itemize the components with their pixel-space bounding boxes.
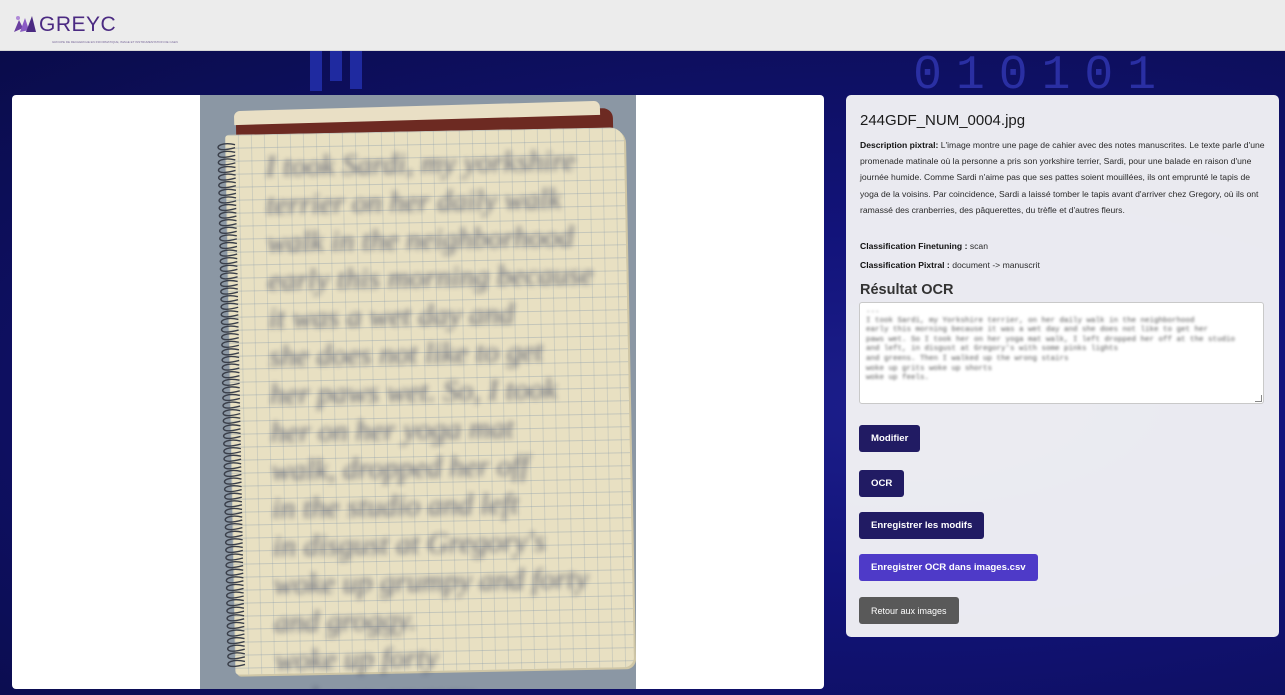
logo-mark-icon <box>14 16 36 32</box>
pixtral-value: document -> manuscrit <box>952 260 1040 270</box>
brand-tagline: GROUPE DE RECHERCHE EN INFORMATIQUE, IMA… <box>52 40 178 44</box>
modifier-button[interactable]: Modifier <box>859 425 921 452</box>
save-ocr-csv-button[interactable]: Enregistrer OCR dans images.csv <box>859 554 1038 581</box>
pixtral-label: Classification Pixtral : <box>860 260 950 270</box>
classification-finetuning: Classification Finetuning : scan <box>860 241 988 251</box>
pixtral-description: Description pixtral: L'image montre une … <box>860 137 1268 218</box>
handwritten-notes: I took Sardi, my yorkshire terrier on he… <box>265 144 594 689</box>
description-text: L'image montre une page de cahier avec d… <box>860 140 1265 215</box>
notebook-page: I took Sardi, my yorkshire terrier on he… <box>217 127 635 689</box>
ocr-result-title: Résultat OCR <box>860 282 954 298</box>
save-edits-button[interactable]: Enregistrer les modifs <box>859 512 985 539</box>
finetuning-label: Classification Finetuning : <box>860 241 968 251</box>
greyc-logo[interactable]: GREYC GROUPE DE RECHERCHE EN INFORMATIQU… <box>14 12 178 44</box>
finetuning-value: scan <box>969 241 988 251</box>
brand-name: GREYC <box>39 13 117 36</box>
ocr-result-textarea[interactable]: ... I took Sardi, my Yorkshire terrier, … <box>859 302 1264 404</box>
bg-decor-bar <box>330 51 342 81</box>
details-panel: 244GDF_NUM_0004.jpg Description pixtral:… <box>846 95 1279 637</box>
back-to-images-button[interactable]: Retour aux images <box>859 597 959 624</box>
ocr-button[interactable]: OCR <box>859 470 905 497</box>
file-name: 244GDF_NUM_0004.jpg <box>860 112 1026 129</box>
resize-handle-icon[interactable] <box>1255 395 1262 402</box>
spiral-binding-icon <box>217 143 246 668</box>
image-viewer: I took Sardi, my yorkshire terrier on he… <box>12 95 824 689</box>
classification-pixtral: Classification Pixtral : document -> man… <box>860 260 1040 270</box>
top-bar: GREYC GROUPE DE RECHERCHE EN INFORMATIQU… <box>0 0 1285 51</box>
bg-decor-bar <box>350 51 362 89</box>
ocr-result-text: ... I took Sardi, my Yorkshire terrier, … <box>866 307 1236 383</box>
description-label: Description pixtral: <box>860 140 939 150</box>
bg-decor-bar <box>310 51 322 91</box>
scanned-notebook-image: I took Sardi, my yorkshire terrier on he… <box>200 95 636 689</box>
